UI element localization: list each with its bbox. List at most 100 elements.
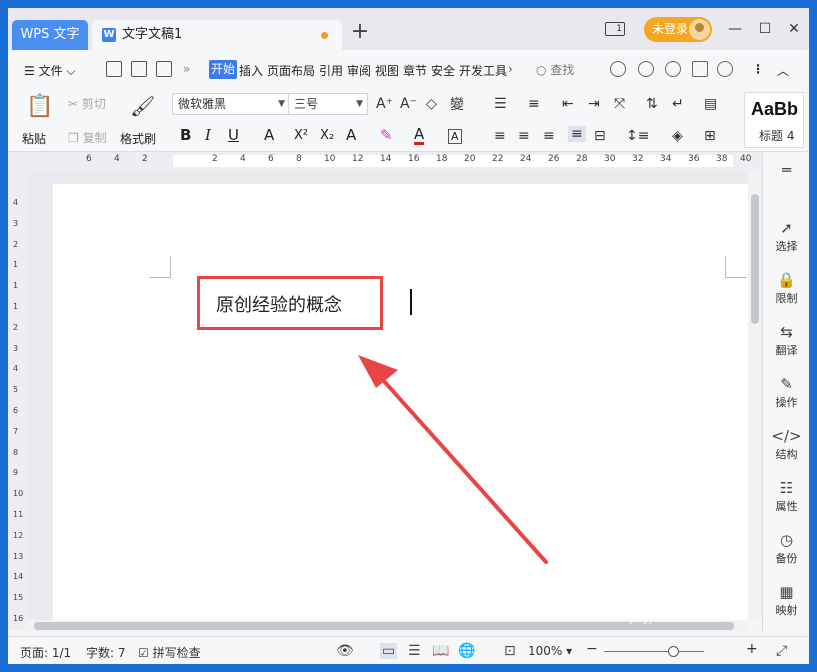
zoom-level[interactable]: 100% ▾ [528,644,572,658]
align-center-icon[interactable]: ≡ [518,128,530,144]
panel-translate[interactable]: ⇆ 翻译 [763,322,809,358]
cloud-icon[interactable] [610,61,626,77]
paste-button[interactable]: 粘贴 [22,130,46,147]
menu-tab-chapter[interactable]: 章节 [403,62,427,79]
menu-tab-start[interactable]: 开始 [209,60,238,79]
page-view-icon[interactable]: ▭ [380,643,398,659]
align-left-icon[interactable]: ≡ [494,128,506,144]
collapse-ribbon-icon[interactable]: ︿ [777,62,789,79]
text-effect-icon[interactable]: A [346,126,356,144]
bullet-list-icon[interactable]: ☰ [494,96,507,112]
numbered-list-icon[interactable]: ≡ [528,96,540,112]
underline-button[interactable]: U [228,126,239,144]
font-color-icon[interactable]: A [414,126,425,145]
distributed-align-icon[interactable]: ⊟ [594,128,606,144]
document-canvas[interactable]: 原创经验的概念 [26,170,748,620]
character-border-icon[interactable]: A [448,129,462,144]
window-layout-icon[interactable]: 1 [605,22,625,36]
phonetic-icon[interactable]: 變 [450,94,464,114]
increase-indent-icon[interactable]: ⇥ [588,96,600,112]
strikethrough-icon[interactable]: A [264,126,274,144]
outline-view-icon[interactable]: ☰ [408,643,421,659]
minimize-button[interactable]: — [723,18,747,40]
search-box[interactable]: ○ 查找 [536,61,574,78]
font-size-select[interactable]: 三号 ▼ [288,93,368,115]
tab-document[interactable]: W 文字文稿1 [92,20,342,50]
table-ruler-icon[interactable]: ▤ [704,96,717,112]
style-gallery[interactable]: AaBb 标题 4 [744,92,804,148]
new-tab-button[interactable]: + [348,21,372,45]
save-icon[interactable] [106,61,122,77]
comment-icon[interactable] [665,61,681,77]
bold-button[interactable]: B [180,126,191,144]
login-button[interactable]: 未登录 [644,17,712,42]
restore-button[interactable]: ☐ [753,18,777,40]
more-options-icon[interactable]: ⋮ [752,62,764,76]
decrease-font-icon[interactable]: A⁻ [400,96,417,112]
share-icon[interactable] [692,61,708,77]
fit-page-icon[interactable]: ⊡ [504,643,516,659]
panel-collapse-icon[interactable]: ═ [763,160,809,180]
copy-button[interactable]: ❐ 复制 [68,129,107,146]
highlight-icon[interactable]: ✎ [380,126,393,144]
vertical-scrollbar[interactable] [748,170,762,620]
page-indicator[interactable]: 页面: 1/1 [20,644,71,661]
more-quick-access-icon[interactable]: » [183,62,190,76]
vertical-ruler[interactable]: 432111234567891011121314151617 [8,170,26,644]
menu-scroll-right-icon[interactable]: › [508,62,513,76]
menu-tab-review[interactable]: 审阅 [347,62,371,79]
justify-icon[interactable]: ≡ [568,126,586,142]
paste-icon[interactable]: 📋 [26,94,53,119]
zoom-slider-track[interactable] [604,651,704,652]
reading-view-icon[interactable]: 📖 [432,643,449,659]
clear-format-icon[interactable]: ◇ [426,96,437,112]
panel-structure[interactable]: </> 结构 [763,426,809,462]
menu-tab-page-layout[interactable]: 页面布局 [267,62,315,79]
chinese-layout-icon[interactable]: ⤧ [614,96,625,112]
show-marks-icon[interactable]: ↵ [672,96,684,112]
zoom-out-button[interactable]: − [586,641,598,657]
export-pdf-icon[interactable] [131,61,147,77]
file-menu[interactable]: ☰ 文件 ⌵ [24,62,76,79]
font-name-select[interactable]: 微软雅黑 ▼ [172,93,290,115]
panel-backup[interactable]: ◷ 备份 [763,530,809,566]
menu-tab-developer[interactable]: 开发工具 [459,62,509,79]
fullscreen-icon[interactable]: ⤢ [776,643,787,659]
align-right-icon[interactable]: ≡ [543,128,555,144]
zoom-in-button[interactable]: + [746,641,758,657]
horizontal-ruler[interactable]: 6 4 2 2 4 6 8 10 12 14 16 18 20 22 24 26 28 30 32 34 36 38 40 [8,152,768,170]
spell-check-toggle[interactable]: ☑ 拼写检查 [138,644,201,661]
share-user-icon[interactable] [638,61,654,77]
word-count[interactable]: 字数: 7 [86,644,126,661]
menu-tab-insert[interactable]: 插入 [239,62,263,79]
horizontal-scroll-thumb[interactable] [34,622,734,630]
line-spacing-icon[interactable]: ↕≡ [626,128,649,144]
increase-font-icon[interactable]: A⁺ [376,96,393,112]
decrease-indent-icon[interactable]: ⇤ [562,96,574,112]
superscript-button[interactable]: X² [294,128,308,143]
vertical-scroll-thumb[interactable] [751,194,759,324]
format-painter-button[interactable]: 格式刷 [120,130,156,147]
web-view-icon[interactable]: 🌐 [458,643,475,659]
menu-tab-references[interactable]: 引用 [319,62,343,79]
tab-wps-home[interactable]: WPS 文字 [12,20,88,50]
subscript-button[interactable]: X₂ [320,128,334,143]
sort-icon[interactable]: ⇅ [646,96,658,112]
panel-operation[interactable]: ✎ 操作 [763,374,809,410]
format-painter-icon[interactable]: 🖌 [130,94,155,118]
cut-button[interactable]: ✂ 剪切 [68,95,106,112]
close-button[interactable]: ✕ [782,18,806,40]
panel-restrict[interactable]: 🔒 限制 [763,270,809,306]
shading-icon[interactable]: ◈ [672,128,683,144]
zoom-slider-handle[interactable] [668,646,679,657]
panel-properties[interactable]: ☷ 属性 [763,478,809,514]
settings-icon[interactable] [717,61,733,77]
border-icon[interactable]: ⊞ [704,128,716,144]
italic-button[interactable]: I [205,126,211,144]
print-icon[interactable] [156,61,172,77]
panel-mapping[interactable]: ▦ 映射 [763,582,809,618]
eye-icon[interactable]: 👁 [336,643,354,659]
panel-select[interactable]: ➚ 选择 [763,218,809,254]
menu-tab-view[interactable]: 视图 [375,62,399,79]
menu-tab-security[interactable]: 安全 [431,62,455,79]
